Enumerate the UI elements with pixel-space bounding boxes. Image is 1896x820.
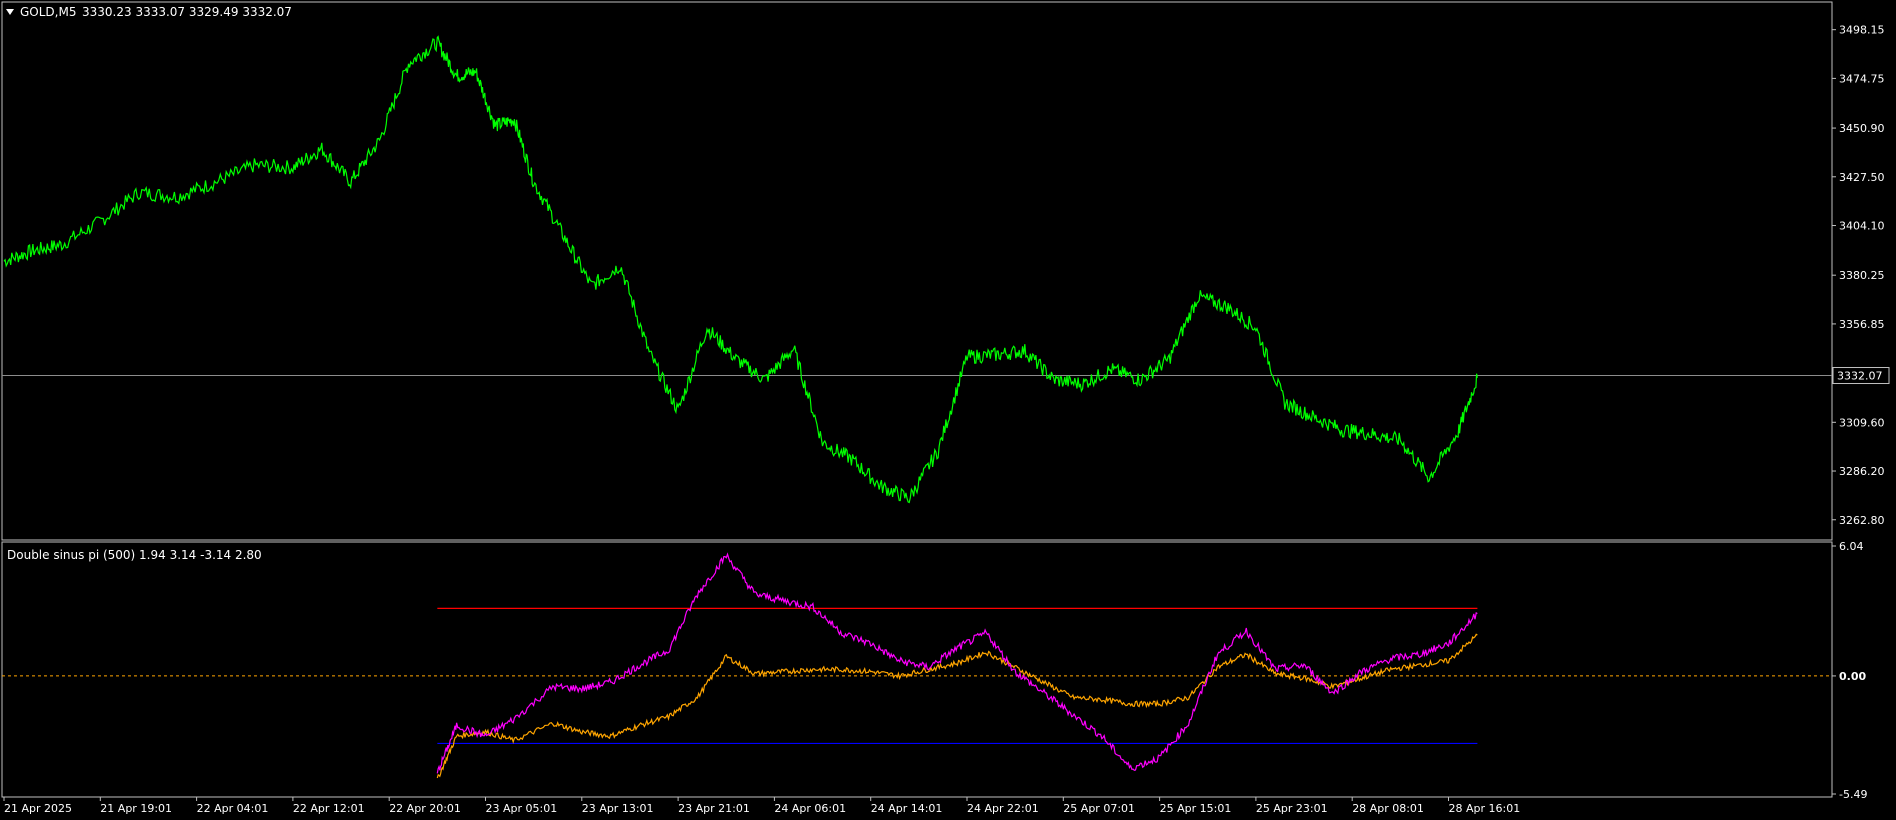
chart-canvas: 3498.15 3474.75 3450.90 3427.50 3404.10 3380.… [0, 0, 1896, 820]
time-tick-label: 25 Apr 23:01 [1256, 802, 1328, 815]
time-tick-label: 28 Apr 08:01 [1352, 802, 1424, 815]
time-tick-label: 25 Apr 15:01 [1160, 802, 1232, 815]
time-tick-label: 22 Apr 12:01 [293, 802, 365, 815]
ohlc-values: 3330.23 3333.07 3329.49 3332.07 [82, 5, 292, 19]
price-tick-label: 3309.60 [1839, 416, 1885, 429]
indicator-tick-label: -5.49 [1839, 788, 1867, 801]
price-tick-label: 3474.75 [1839, 72, 1885, 85]
current-price-label: 3332.07 [1837, 370, 1883, 383]
time-tick-label: 22 Apr 04:01 [197, 802, 269, 815]
price-tick-label: 3450.90 [1839, 122, 1885, 135]
price-tick-label: 3262.80 [1839, 514, 1885, 527]
indicator-tick-label: 0.00 [1839, 670, 1866, 683]
time-tick-label: 24 Apr 06:01 [774, 802, 846, 815]
time-tick-label: 24 Apr 14:01 [871, 802, 943, 815]
price-tick-label: 3380.25 [1839, 269, 1885, 282]
indicator-label: Double sinus pi (500) 1.94 3.14 -3.14 2.… [7, 548, 262, 562]
time-tick-label: 28 Apr 16:01 [1449, 802, 1521, 815]
time-tick-label: 21 Apr 19:01 [100, 802, 172, 815]
background [0, 0, 1896, 820]
price-tick-label: 3498.15 [1839, 24, 1885, 37]
price-tick-label: 3286.20 [1839, 465, 1885, 478]
time-tick-label: 23 Apr 21:01 [678, 802, 750, 815]
time-tick-label: 22 Apr 20:01 [389, 802, 461, 815]
time-tick-label: 23 Apr 13:01 [582, 802, 654, 815]
indicator-tick-label: 6.04 [1839, 540, 1864, 553]
price-tick-label: 3427.50 [1839, 171, 1885, 184]
time-tick-label: 25 Apr 07:01 [1063, 802, 1135, 815]
symbol-label: GOLD,M5 [20, 5, 76, 19]
time-tick-label: 24 Apr 22:01 [967, 802, 1039, 815]
price-tick-label: 3356.85 [1839, 318, 1885, 331]
time-tick-label: 23 Apr 05:01 [486, 802, 558, 815]
time-tick-label: 21 Apr 2025 [4, 802, 72, 815]
price-tick-label: 3404.10 [1839, 220, 1885, 233]
current-price-box: 3332.07 [1832, 367, 1890, 385]
